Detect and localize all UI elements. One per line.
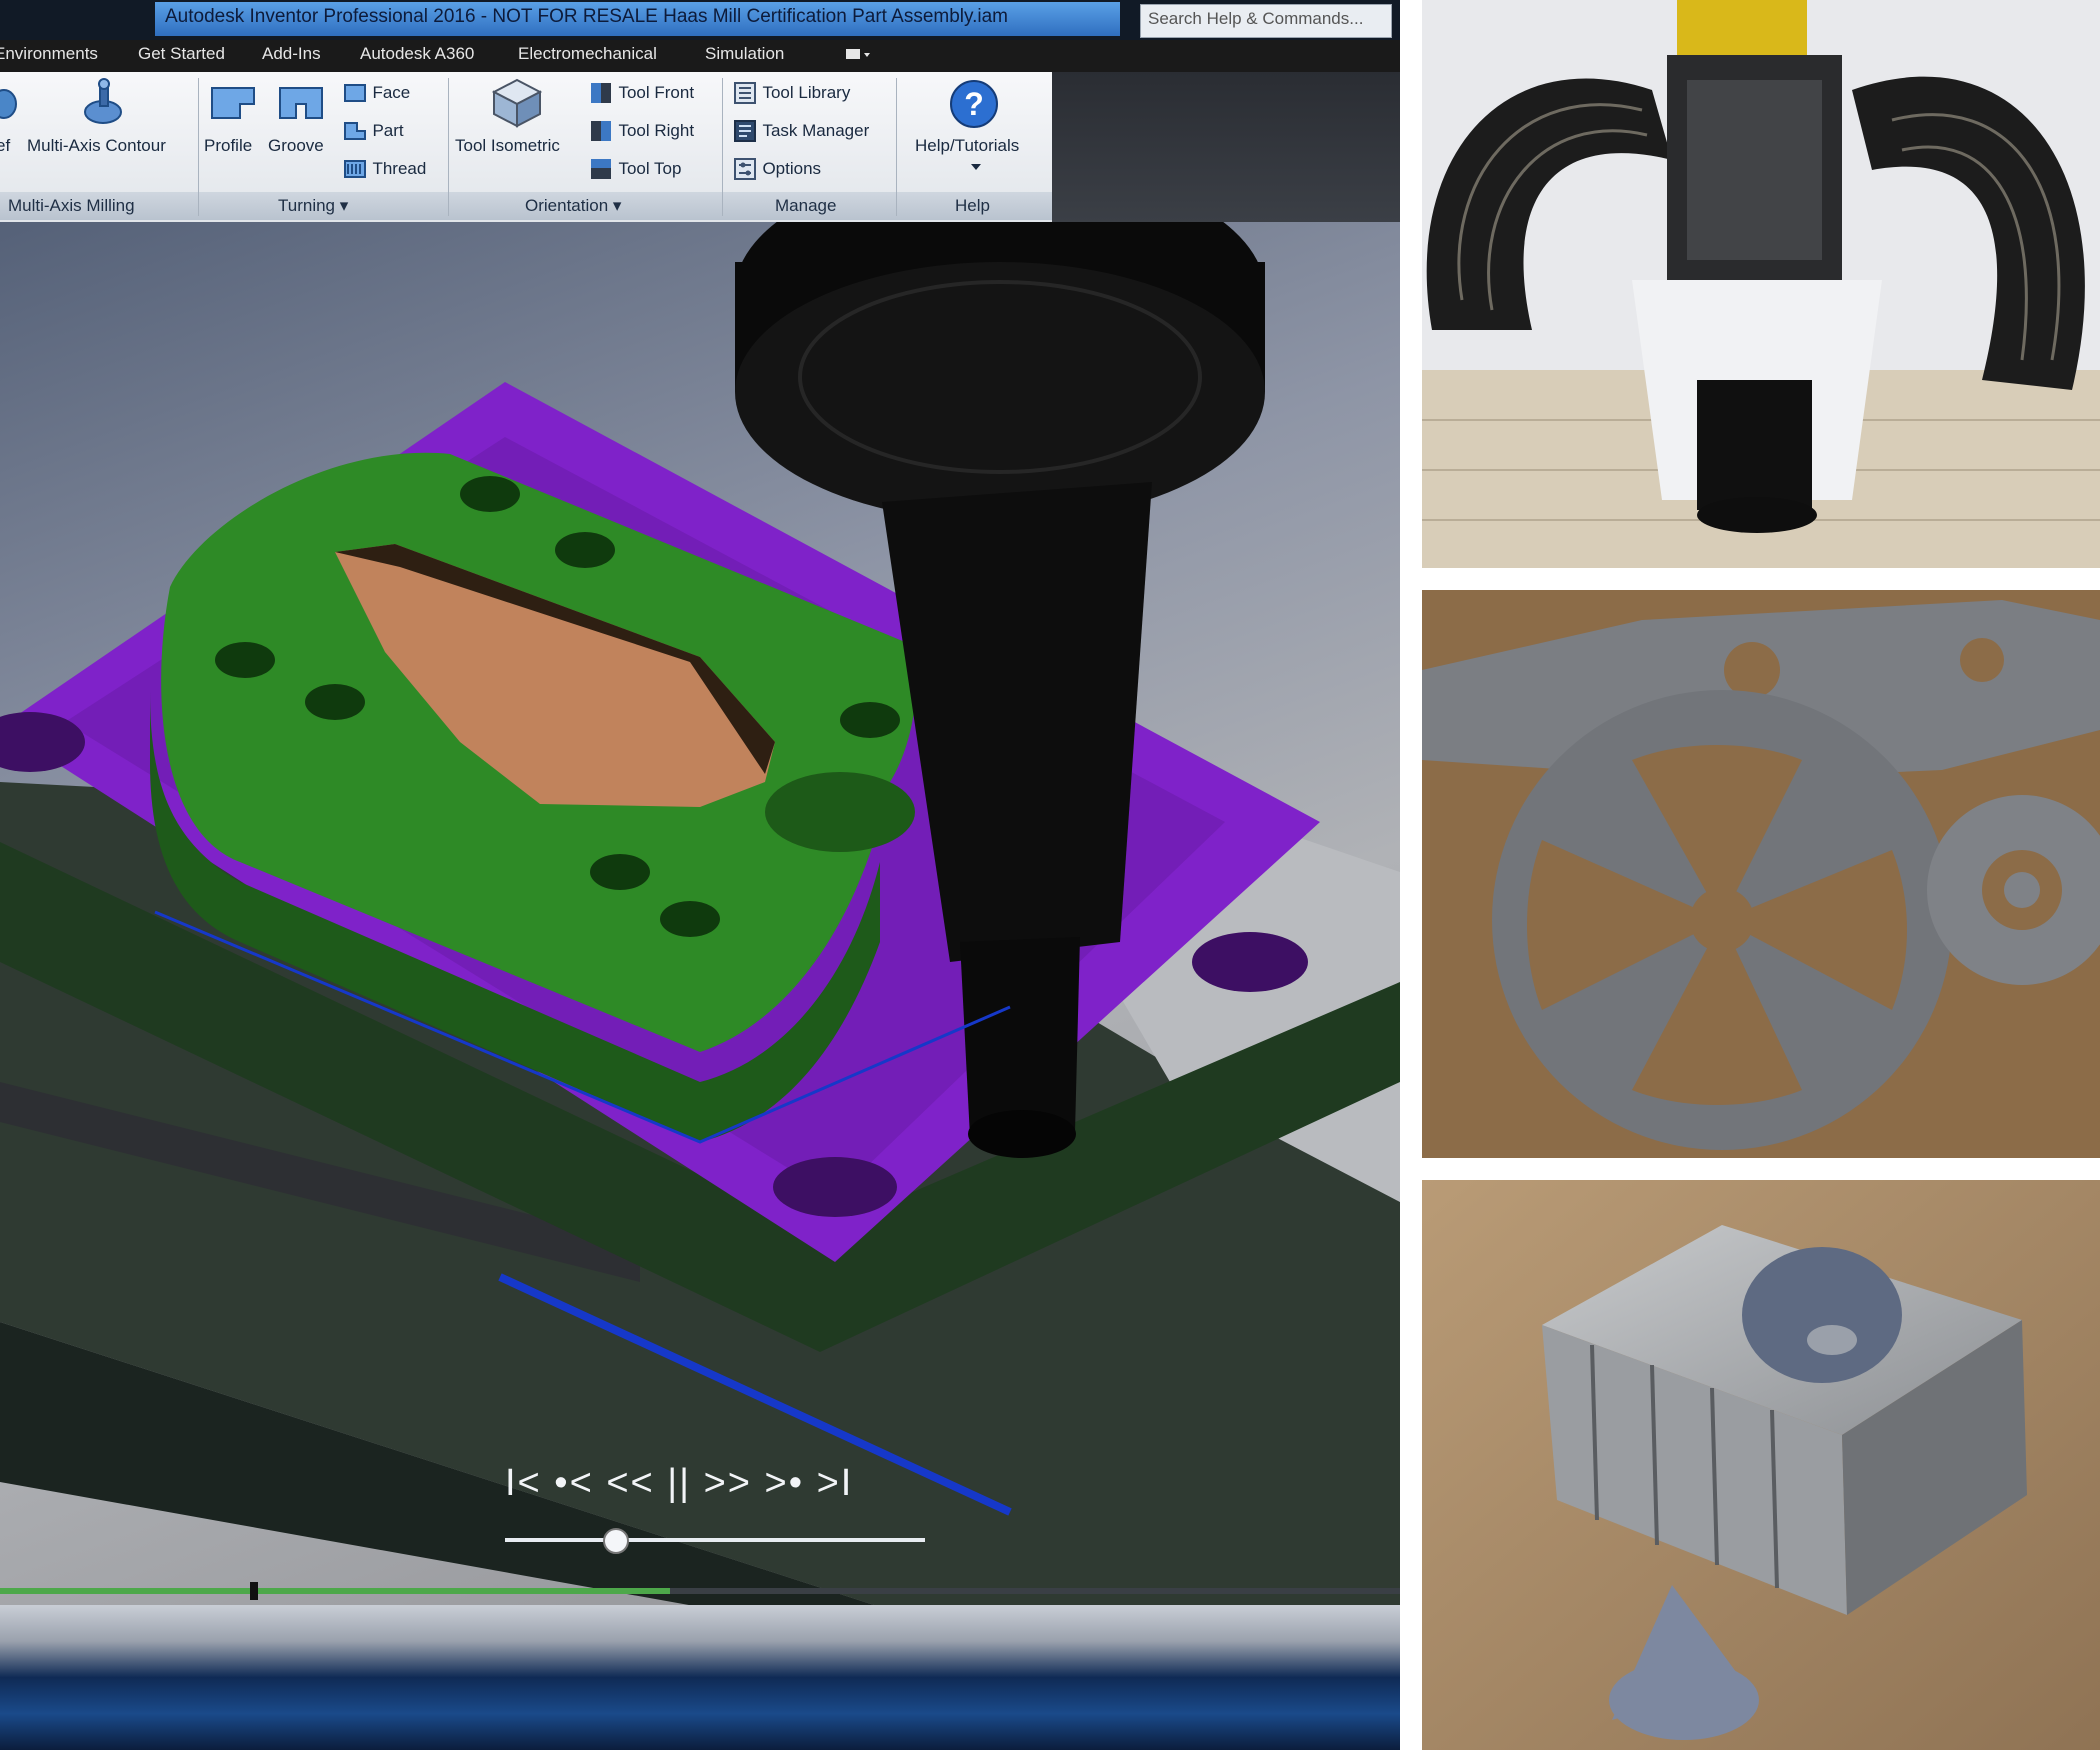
options-button[interactable]: Options bbox=[732, 156, 821, 182]
group-label-help: Help bbox=[955, 196, 990, 215]
multi-axis-partial-label: ef bbox=[0, 136, 11, 155]
task-manager-label: Task Manager bbox=[762, 121, 870, 140]
ribbon-display-toggle[interactable] bbox=[845, 46, 871, 64]
part-hole bbox=[555, 532, 615, 568]
profile-label: Profile bbox=[204, 136, 253, 155]
search-placeholder: Search Help & Commands... bbox=[1148, 9, 1364, 28]
svg-text:?: ? bbox=[964, 86, 984, 122]
groove-icon bbox=[279, 87, 323, 119]
face-icon bbox=[344, 84, 366, 102]
part-icon bbox=[344, 122, 366, 140]
spindle-collar bbox=[735, 262, 1265, 522]
window-bottom-frame bbox=[0, 1605, 1400, 1750]
tool-right-icon bbox=[591, 121, 611, 141]
simulation-slider-track[interactable] bbox=[505, 1538, 925, 1542]
group-label-orientation[interactable]: Orientation ▾ bbox=[525, 196, 621, 216]
machined-aluminum-block-image bbox=[1422, 1180, 2100, 1750]
tool-front-label: Tool Front bbox=[618, 83, 695, 102]
task-manager-icon bbox=[734, 120, 756, 142]
photo-cnc-spindle bbox=[1422, 0, 2100, 568]
part-hole bbox=[660, 901, 720, 937]
tool-right-label: Tool Right bbox=[618, 121, 695, 140]
panel-toggle-icon bbox=[846, 49, 870, 59]
tool-shank bbox=[960, 937, 1080, 1137]
tool-top-icon bbox=[591, 159, 611, 179]
face-label: Face bbox=[372, 83, 411, 102]
part-hole bbox=[840, 702, 900, 738]
part-hole bbox=[305, 684, 365, 720]
inventor-window: Autodesk Inventor Professional 2016 - NO… bbox=[0, 0, 1400, 1750]
ribbon-separator bbox=[722, 78, 723, 216]
timeline-marker[interactable] bbox=[250, 1582, 258, 1600]
task-manager-button[interactable]: Task Manager bbox=[732, 118, 869, 144]
playback-controls[interactable]: I< •< << || >> >• >I bbox=[505, 1462, 853, 1505]
photo-aluminum-block bbox=[1422, 1180, 2100, 1750]
ribbon-separator bbox=[198, 78, 199, 216]
tool-library-button[interactable]: Tool Library bbox=[732, 80, 850, 106]
options-icon bbox=[734, 158, 756, 180]
timeline-progress bbox=[0, 1588, 670, 1594]
tool-front-icon bbox=[591, 83, 611, 103]
group-label-multi-axis-milling: Multi-Axis Milling bbox=[8, 196, 135, 215]
help-tutorials-button[interactable]: ? bbox=[948, 78, 1000, 130]
multi-axis-contour-button[interactable] bbox=[80, 76, 126, 128]
group-label-manage: Manage bbox=[775, 196, 837, 215]
cnc-router-head-image bbox=[1422, 0, 2100, 568]
profile-icon bbox=[211, 87, 255, 119]
ribbon-empty-area bbox=[1052, 72, 1400, 222]
part-boss bbox=[765, 772, 915, 852]
thread-label: Thread bbox=[372, 159, 427, 178]
face-button[interactable]: Face bbox=[342, 80, 410, 106]
photo-laser-cut-parts bbox=[1422, 590, 2100, 1158]
tool-right-button[interactable]: Tool Right bbox=[588, 118, 694, 144]
groove-label: Groove bbox=[268, 136, 324, 155]
tool-front-button[interactable]: Tool Front bbox=[588, 80, 694, 106]
help-dropdown-arrow[interactable] bbox=[970, 158, 982, 176]
thread-icon bbox=[344, 160, 366, 178]
ribbon-separator bbox=[448, 78, 449, 216]
thread-button[interactable]: Thread bbox=[342, 156, 426, 182]
cam-simulation-model bbox=[0, 222, 1400, 1607]
window-title: Autodesk Inventor Professional 2016 - NO… bbox=[165, 6, 1009, 27]
tool-isometric-button[interactable] bbox=[490, 76, 544, 130]
chevron-down-icon bbox=[971, 164, 981, 170]
stock-corner-hole bbox=[1192, 932, 1308, 992]
tab-autodesk-a360[interactable]: Autodesk A360 bbox=[360, 44, 474, 64]
help-icon: ? bbox=[950, 80, 998, 128]
help-tutorials-label: Help/Tutorials bbox=[915, 136, 1020, 155]
groove-button[interactable] bbox=[278, 82, 324, 124]
multi-axis-partial-button[interactable] bbox=[0, 80, 20, 126]
profile-button[interactable] bbox=[210, 82, 256, 124]
cutter-tip bbox=[968, 1110, 1076, 1158]
cut-steel-gears-image bbox=[1422, 590, 2100, 1158]
simulation-slider-thumb[interactable] bbox=[603, 1528, 630, 1554]
tool-top-button[interactable]: Tool Top bbox=[588, 156, 681, 182]
tab-add-ins[interactable]: Add-Ins bbox=[262, 44, 321, 64]
part-hole bbox=[460, 476, 520, 512]
isometric-cube-icon bbox=[491, 78, 543, 128]
tab-environments[interactable]: Environments bbox=[0, 44, 98, 64]
tab-get-started[interactable]: Get Started bbox=[138, 44, 225, 64]
tool-library-label: Tool Library bbox=[762, 83, 851, 102]
options-label: Options bbox=[762, 159, 822, 178]
tab-simulation[interactable]: Simulation bbox=[705, 44, 784, 64]
tab-electromechanical[interactable]: Electromechanical bbox=[518, 44, 657, 64]
part-label: Part bbox=[372, 121, 404, 140]
multi-axis-partial-icon bbox=[0, 89, 17, 119]
part-hole bbox=[590, 854, 650, 890]
multi-axis-contour-label: Multi-Axis Contour bbox=[27, 136, 166, 155]
multi-axis-contour-icon bbox=[84, 78, 122, 124]
ribbon-separator bbox=[896, 78, 897, 216]
tool-top-label: Tool Top bbox=[618, 159, 682, 178]
stock-corner-hole bbox=[773, 1157, 897, 1217]
part-button[interactable]: Part bbox=[342, 118, 404, 144]
tool-isometric-label: Tool Isometric bbox=[455, 136, 560, 155]
tool-library-icon bbox=[734, 82, 756, 104]
group-label-turning[interactable]: Turning ▾ bbox=[278, 196, 348, 216]
part-hole bbox=[215, 642, 275, 678]
